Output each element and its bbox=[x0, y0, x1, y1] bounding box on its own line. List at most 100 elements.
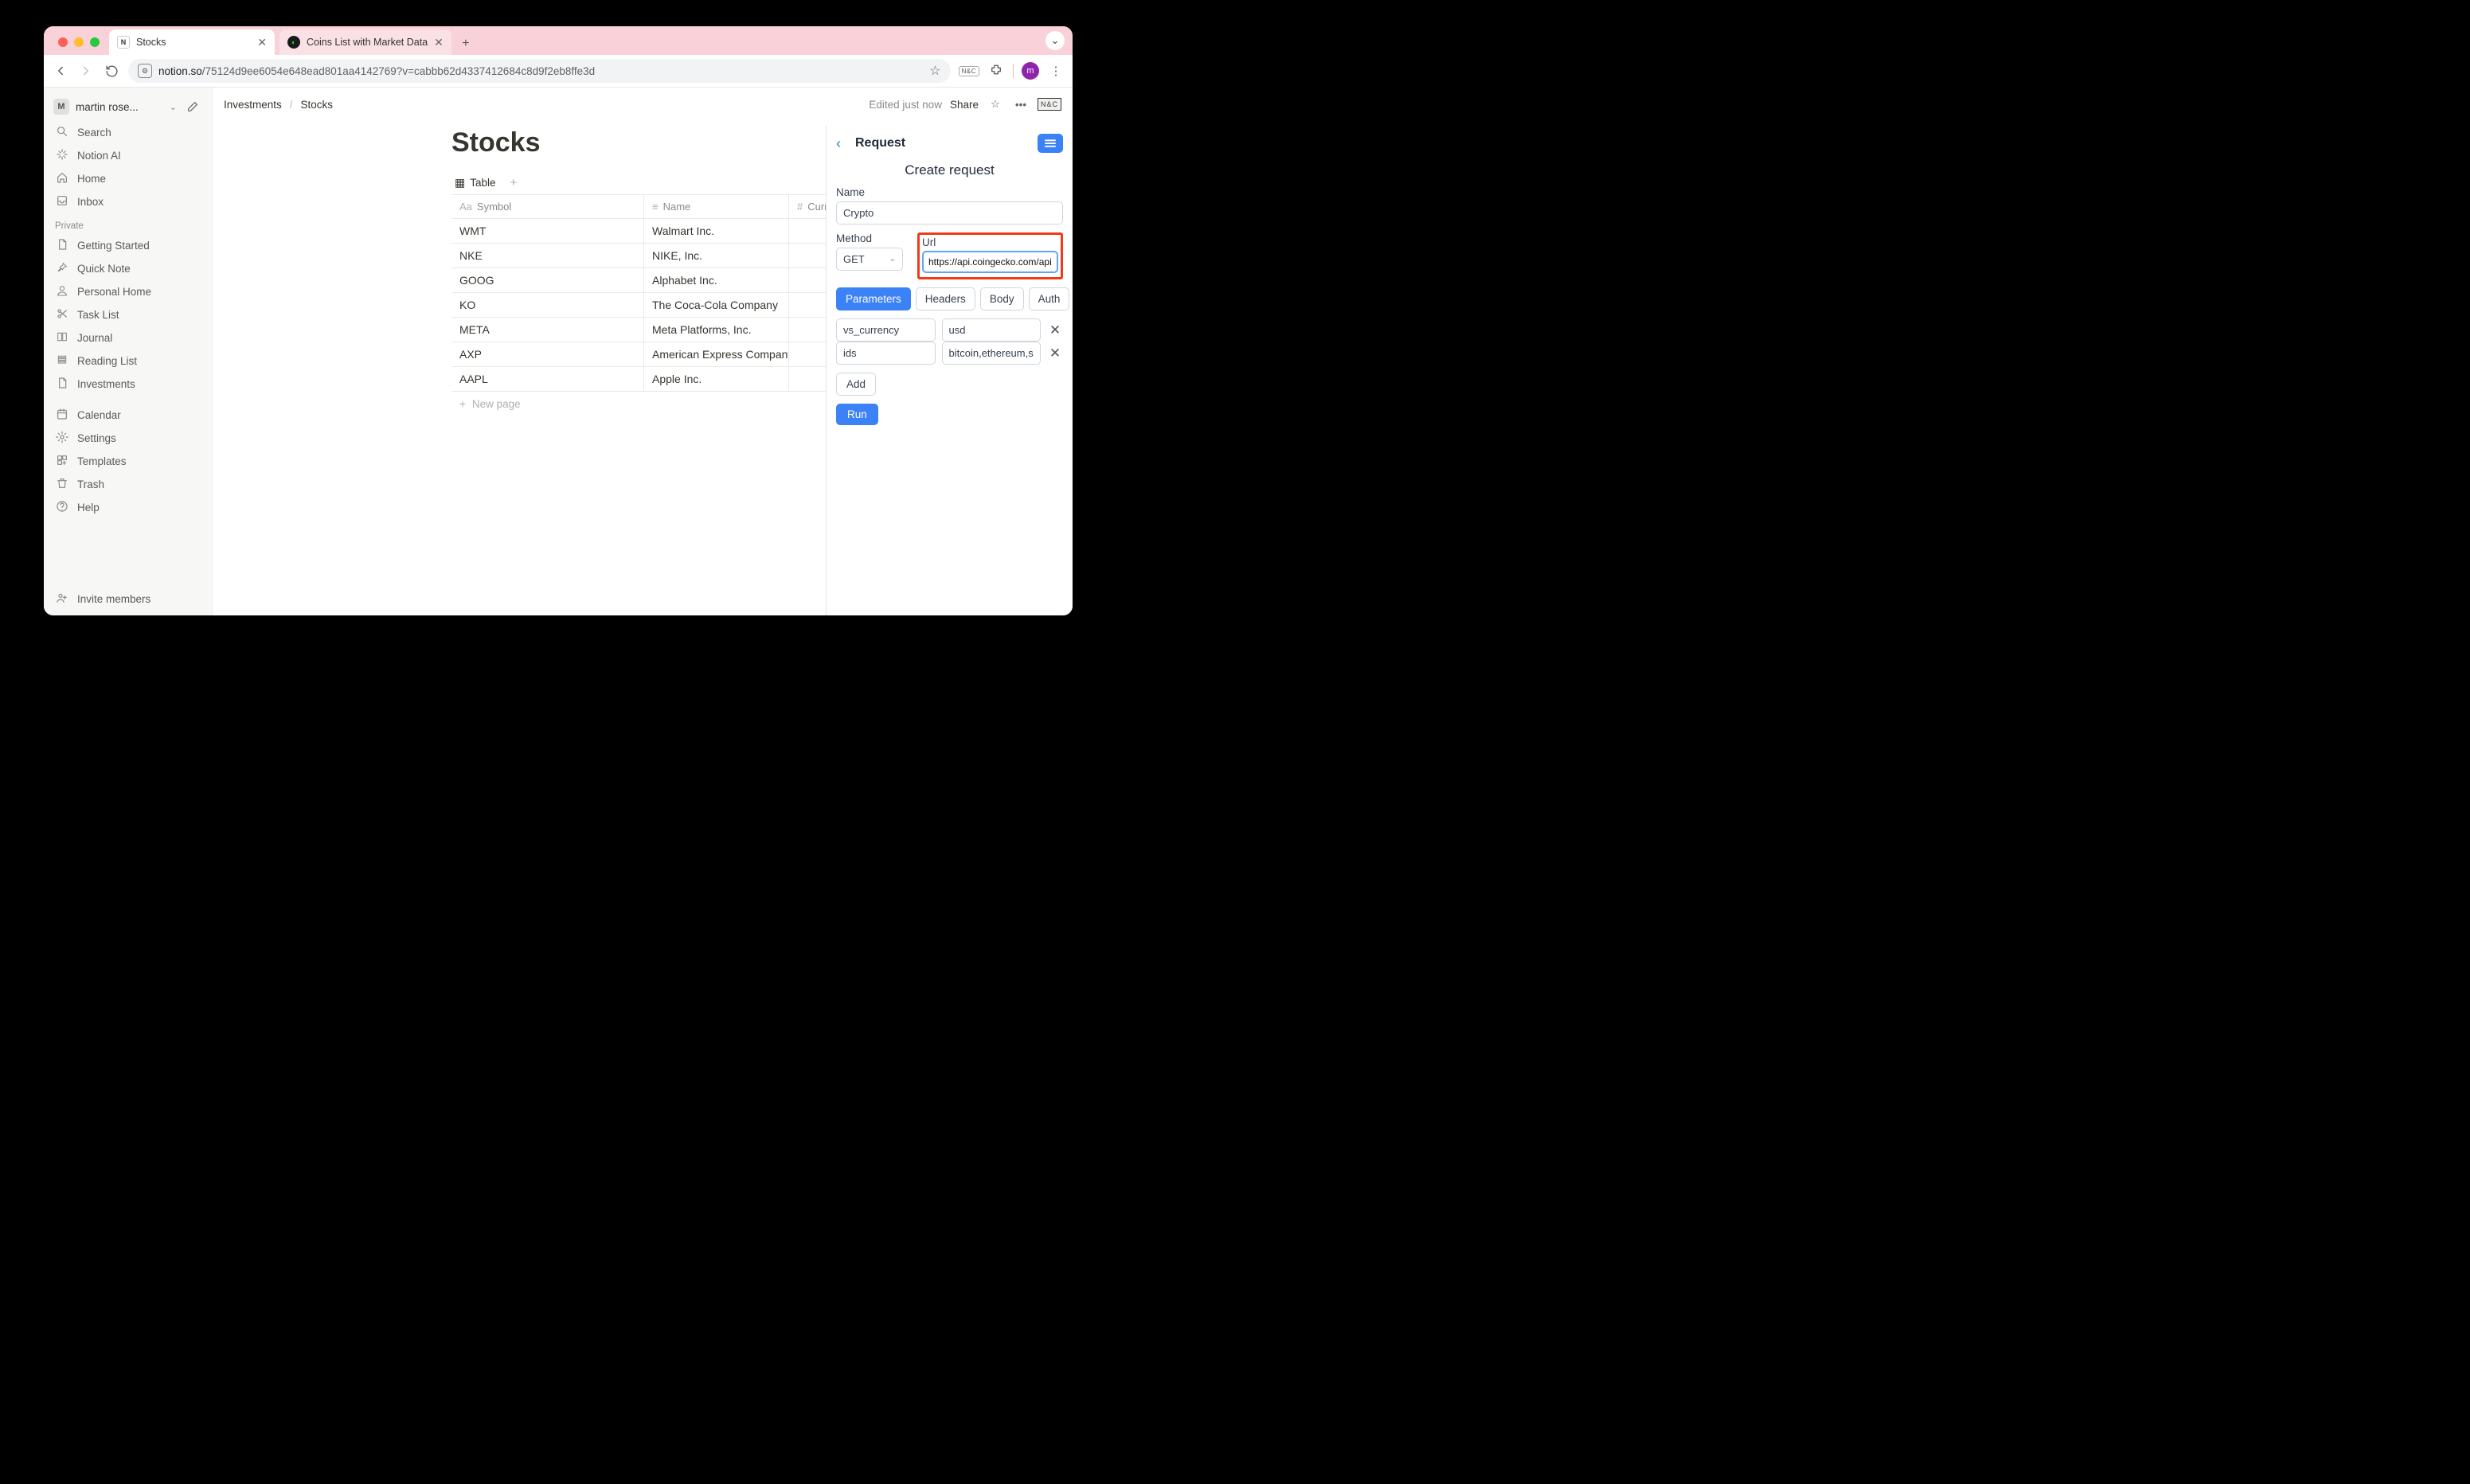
cell-name[interactable]: Apple Inc. bbox=[644, 367, 789, 391]
calendar-icon bbox=[55, 408, 69, 423]
add-param-button[interactable]: Add bbox=[836, 373, 876, 396]
new-tab-button[interactable]: + bbox=[455, 33, 477, 55]
cell-symbol[interactable]: AAPL bbox=[451, 367, 644, 391]
sidebar-item[interactable]: Notion AI bbox=[44, 144, 212, 167]
view-label: Table bbox=[470, 177, 495, 189]
sidebar-page-item[interactable]: Personal Home bbox=[44, 280, 212, 303]
cell-symbol[interactable]: KO bbox=[451, 293, 644, 317]
cell-name[interactable]: The Coca-Cola Company bbox=[644, 293, 789, 317]
profile-avatar[interactable]: m bbox=[1022, 62, 1039, 80]
sidebar-item-label: Quick Note bbox=[77, 263, 131, 275]
url-highlight-box: Url bbox=[917, 232, 1063, 279]
cell-name[interactable]: Walmart Inc. bbox=[644, 219, 789, 243]
sidebar-item[interactable]: Templates bbox=[44, 450, 212, 473]
cell-name[interactable]: American Express Company bbox=[644, 342, 789, 366]
favorite-star-icon[interactable]: ☆ bbox=[987, 96, 1004, 113]
favicon-icon: N bbox=[117, 36, 130, 49]
sidebar-item[interactable]: Help bbox=[44, 496, 212, 519]
close-tab-icon[interactable]: ✕ bbox=[257, 36, 267, 49]
cell-name[interactable]: Alphabet Inc. bbox=[644, 268, 789, 292]
cell-name[interactable]: NIKE, Inc. bbox=[644, 244, 789, 268]
sidebar-page-item[interactable]: Getting Started bbox=[44, 234, 212, 257]
text-prop-icon: ≡ bbox=[652, 201, 659, 213]
reload-button[interactable] bbox=[103, 62, 120, 80]
extensions-icon[interactable] bbox=[987, 62, 1005, 80]
sidebar-item-label: Invite members bbox=[77, 593, 150, 605]
add-view-button[interactable]: + bbox=[506, 173, 522, 193]
sidebar-item-label: Calendar bbox=[77, 409, 121, 421]
panel-back-button[interactable]: ‹ bbox=[836, 135, 855, 152]
close-window[interactable] bbox=[58, 37, 68, 47]
back-button[interactable] bbox=[52, 62, 69, 80]
tab-auth[interactable]: Auth bbox=[1029, 287, 1070, 310]
method-select[interactable]: GET ⌄ bbox=[836, 248, 903, 271]
name-input[interactable] bbox=[836, 201, 1063, 225]
url-field-label: Url bbox=[922, 236, 1058, 248]
window-controls bbox=[50, 37, 109, 55]
remove-param-icon[interactable]: ✕ bbox=[1047, 322, 1063, 338]
sidebar-item-label: Search bbox=[77, 127, 111, 139]
sidebar-item[interactable]: Trash bbox=[44, 473, 212, 496]
workspace-switcher[interactable]: M martin rose... ⌄ bbox=[44, 92, 212, 121]
param-key-input[interactable] bbox=[836, 318, 936, 342]
more-menu-icon[interactable]: ••• bbox=[1012, 96, 1030, 113]
param-value-input[interactable] bbox=[942, 342, 1042, 365]
person-icon bbox=[55, 284, 69, 299]
sidebar-item-label: Help bbox=[77, 502, 100, 514]
favicon-icon: ◐ bbox=[287, 36, 300, 49]
tab-headers[interactable]: Headers bbox=[916, 287, 975, 310]
maximize-window[interactable] bbox=[90, 37, 100, 47]
breadcrumb[interactable]: Stocks bbox=[301, 99, 334, 111]
close-tab-icon[interactable]: ✕ bbox=[434, 36, 444, 49]
run-button[interactable]: Run bbox=[836, 404, 878, 425]
minimize-window[interactable] bbox=[74, 37, 84, 47]
url-input[interactable] bbox=[922, 251, 1058, 273]
breadcrumb[interactable]: Investments bbox=[224, 99, 282, 111]
extension-chip[interactable]: N&C bbox=[959, 66, 979, 76]
tab-parameters[interactable]: Parameters bbox=[836, 287, 911, 310]
pin-icon bbox=[55, 261, 69, 276]
cell-symbol[interactable]: NKE bbox=[451, 244, 644, 268]
tab-title: Stocks bbox=[136, 37, 166, 48]
share-button[interactable]: Share bbox=[950, 99, 979, 111]
bookmark-star-icon[interactable]: ☆ bbox=[929, 63, 940, 79]
browser-menu-icon[interactable]: ⋮ bbox=[1047, 62, 1065, 80]
cell-name[interactable]: Meta Platforms, Inc. bbox=[644, 318, 789, 342]
panel-menu-button[interactable] bbox=[1038, 134, 1063, 153]
sidebar-page-item[interactable]: Investments bbox=[44, 373, 212, 396]
cell-symbol[interactable]: META bbox=[451, 318, 644, 342]
browser-tab[interactable]: ◐ Coins List with Market Data ✕ bbox=[279, 29, 451, 55]
cell-symbol[interactable]: WMT bbox=[451, 219, 644, 243]
sidebar-item[interactable]: Search bbox=[44, 121, 212, 144]
param-value-input[interactable] bbox=[942, 318, 1042, 342]
column-header[interactable]: ≡Name bbox=[644, 195, 789, 218]
site-info-icon[interactable]: ⚙ bbox=[138, 64, 152, 78]
remove-param-icon[interactable]: ✕ bbox=[1047, 346, 1063, 361]
new-page-button[interactable] bbox=[183, 97, 202, 116]
extension-badge[interactable]: N&C bbox=[1038, 98, 1061, 111]
sidebar-page-item[interactable]: Reading List bbox=[44, 350, 212, 373]
sidebar-item-label: Trash bbox=[77, 478, 104, 490]
tabs-overflow-button[interactable]: ⌄ bbox=[1045, 31, 1065, 50]
cell-symbol[interactable]: GOOG bbox=[451, 268, 644, 292]
sidebar-page-item[interactable]: Journal bbox=[44, 326, 212, 350]
sidebar-item[interactable]: Settings bbox=[44, 427, 212, 450]
view-tab-table[interactable]: ▦ Table bbox=[451, 171, 499, 194]
sidebar-item[interactable]: Home bbox=[44, 167, 212, 190]
browser-tab[interactable]: N Stocks ✕ bbox=[109, 29, 275, 55]
search-icon bbox=[55, 125, 69, 140]
column-header[interactable]: AaSymbol bbox=[451, 195, 644, 218]
invite-members[interactable]: Invite members bbox=[44, 588, 212, 611]
sidebar-item[interactable]: Inbox bbox=[44, 190, 212, 213]
sidebar-page-item[interactable]: Quick Note bbox=[44, 257, 212, 280]
sparkle-icon bbox=[55, 148, 69, 163]
sidebar-page-item[interactable]: Task List bbox=[44, 303, 212, 326]
workspace-avatar: M bbox=[53, 99, 69, 115]
invite-icon bbox=[55, 592, 69, 607]
forward-button[interactable] bbox=[77, 62, 95, 80]
address-bar[interactable]: ⚙ notion.so/75124d9ee6054e648ead801aa414… bbox=[128, 59, 951, 83]
cell-symbol[interactable]: AXP bbox=[451, 342, 644, 366]
sidebar-item[interactable]: Calendar bbox=[44, 404, 212, 427]
param-key-input[interactable] bbox=[836, 342, 936, 365]
tab-body[interactable]: Body bbox=[980, 287, 1024, 310]
